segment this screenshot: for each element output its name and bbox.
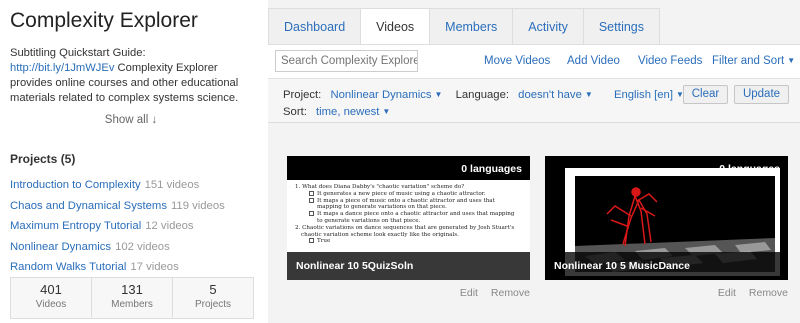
- language-filter-label: Language:: [455, 89, 510, 101]
- doc-line: to generate variations on that piece.: [317, 217, 421, 224]
- project-filter-select[interactable]: Nonlinear Dynamics ▼: [330, 89, 442, 101]
- video-feeds-button[interactable]: Video Feeds: [638, 55, 702, 67]
- language-filter-value: doesn't have: [518, 89, 582, 101]
- checkbox-icon: [309, 197, 314, 203]
- project-item[interactable]: Nonlinear Dynamics 102 videos: [10, 237, 252, 258]
- project-item[interactable]: Random Walks Tutorial 17 videos: [10, 257, 252, 278]
- doc-option: It maps a dance piece onto a chaotic att…: [295, 211, 522, 218]
- stat-projects[interactable]: 5 Projects: [173, 278, 253, 318]
- doc-line: It maps a dance piece onto a chaotic att…: [317, 211, 515, 218]
- chevron-down-icon: ▼: [382, 107, 391, 116]
- checkbox-icon: [309, 190, 314, 196]
- project-item[interactable]: Introduction to Complexity 151 videos: [10, 175, 252, 196]
- projects-heading: Projects (5): [10, 152, 76, 166]
- video-card: 0 languages 1. What does Diana Dabby's "…: [287, 156, 530, 299]
- stat-videos[interactable]: 401 Videos: [11, 278, 92, 318]
- project-item[interactable]: Chaos and Dynamical Systems 119 videos: [10, 196, 252, 217]
- team-sidebar: Complexity Explorer Subtitling Quickstar…: [0, 0, 262, 323]
- clear-button[interactable]: Clear: [683, 85, 728, 104]
- stat-number: 131: [121, 282, 143, 297]
- project-filter-value: Nonlinear Dynamics: [330, 89, 432, 101]
- stat-number: 5: [209, 282, 217, 297]
- stat-label: Videos: [35, 299, 67, 310]
- project-item[interactable]: Maximum Entropy Tutorial 12 videos: [10, 216, 252, 237]
- show-all-link[interactable]: Show all ↓: [10, 114, 252, 126]
- checkbox-icon: [309, 238, 314, 244]
- filter-sort-label: Filter and Sort: [712, 55, 785, 67]
- language-count-badge: 0 languages: [461, 163, 522, 175]
- tab-members[interactable]: Members: [429, 8, 514, 44]
- remove-button[interactable]: Remove: [491, 287, 530, 299]
- doc-line: It generates a new piece of music using …: [317, 190, 486, 197]
- update-button[interactable]: Update: [734, 85, 789, 104]
- stat-label: Projects: [194, 299, 232, 310]
- project-link[interactable]: Chaos and Dynamical Systems: [10, 200, 167, 212]
- team-stats: 401 Videos 131 Members 5 Projects: [10, 277, 254, 319]
- video-title[interactable]: Nonlinear 10 5QuizSoln: [287, 252, 530, 280]
- tab-activity[interactable]: Activity: [512, 8, 584, 44]
- video-actions: Edit Remove: [287, 287, 530, 299]
- project-link[interactable]: Maximum Entropy Tutorial: [10, 220, 141, 232]
- video-thumbnail[interactable]: 0 languages 1. What does Diana Dabby's "…: [287, 156, 530, 280]
- chevron-down-icon: ▼: [787, 56, 796, 65]
- stat-members[interactable]: 131 Members: [92, 278, 173, 318]
- edit-button[interactable]: Edit: [718, 287, 736, 299]
- doc-line: 2. Chaotic variations on dance sequences…: [295, 224, 515, 231]
- project-count: 17 videos: [130, 261, 179, 273]
- filter-sort-button[interactable]: Filter and Sort ▼: [712, 55, 795, 67]
- filter-panel: Project: Nonlinear Dynamics ▼ Language: d…: [268, 78, 800, 123]
- project-link[interactable]: Random Walks Tutorial: [10, 261, 126, 273]
- checkbox-icon: [309, 211, 314, 217]
- doc-line: chaotic variation scheme look exactly li…: [301, 231, 459, 238]
- doc-line: True: [317, 238, 331, 245]
- add-video-button[interactable]: Add Video: [567, 55, 620, 67]
- language-count-badge: 0 languages: [719, 163, 780, 175]
- filter-row-1: Project: Nonlinear Dynamics ▼ Language: d…: [283, 89, 684, 101]
- language-code-value: English [en]: [613, 89, 673, 101]
- desc-prefix: Subtitling Quickstart Guide:: [10, 47, 146, 59]
- doc-line: mapping to generate variations on that p…: [317, 204, 447, 211]
- tab-settings[interactable]: Settings: [582, 8, 661, 44]
- tab-dashboard[interactable]: Dashboard: [268, 8, 362, 44]
- filter-row-2: Sort: time, newest ▼: [283, 106, 390, 118]
- video-card: 0 languages Nonlinear 10 5 MusicDance Ed…: [545, 156, 788, 299]
- doc-option: It generates a new piece of music using …: [295, 190, 522, 198]
- remove-button[interactable]: Remove: [749, 287, 788, 299]
- videos-panel: Dashboard Videos Members Activity Settin…: [268, 0, 800, 323]
- project-link[interactable]: Nonlinear Dynamics: [10, 241, 111, 253]
- project-filter-label: Project:: [283, 89, 322, 101]
- tab-bar: Dashboard Videos Members Activity Settin…: [268, 8, 661, 45]
- project-link[interactable]: Introduction to Complexity: [10, 179, 141, 191]
- stat-label: Members: [111, 299, 153, 310]
- sort-value: time, newest: [316, 106, 380, 118]
- chevron-down-icon: ▼: [584, 90, 593, 99]
- video-title[interactable]: Nonlinear 10 5 MusicDance: [545, 252, 788, 280]
- doc-option: True: [295, 238, 522, 245]
- language-code-select[interactable]: English [en] ▼: [614, 89, 684, 101]
- video-actions: Edit Remove: [545, 287, 788, 299]
- stat-number: 401: [40, 282, 62, 297]
- doc-line: It maps a piece of music onto a chaotic …: [317, 197, 495, 204]
- doc-option: It maps a piece of music onto a chaotic …: [295, 197, 522, 205]
- sort-select[interactable]: time, newest ▼: [316, 106, 390, 118]
- team-title: Complexity Explorer: [10, 9, 198, 32]
- video-thumbnail[interactable]: 0 languages Nonlinear 10 5 MusicDance: [545, 156, 788, 280]
- team-description: Subtitling Quickstart Guide: http://bit.…: [10, 46, 252, 106]
- project-count: 102 videos: [115, 240, 170, 253]
- video-toolbar: Move Videos Add Video Video Feeds Filter…: [268, 44, 800, 78]
- language-filter-select[interactable]: doesn't have ▼: [518, 89, 593, 101]
- project-count: 119 videos: [170, 199, 225, 212]
- move-videos-button[interactable]: Move Videos: [484, 55, 550, 67]
- doc-line: 1. What does Diana Dabby's "chaotic vari…: [295, 184, 465, 190]
- search-input[interactable]: [275, 50, 418, 72]
- sort-label: Sort:: [283, 106, 307, 118]
- project-list: Introduction to Complexity 151 videos Cha…: [10, 175, 252, 278]
- project-count: 151 videos: [144, 179, 200, 191]
- chevron-down-icon: ▼: [434, 90, 443, 99]
- quickstart-link[interactable]: http://bit.ly/1JmWJEv: [10, 62, 114, 74]
- project-count: 12 videos: [145, 220, 194, 232]
- tab-videos[interactable]: Videos: [360, 8, 431, 45]
- edit-button[interactable]: Edit: [460, 287, 478, 299]
